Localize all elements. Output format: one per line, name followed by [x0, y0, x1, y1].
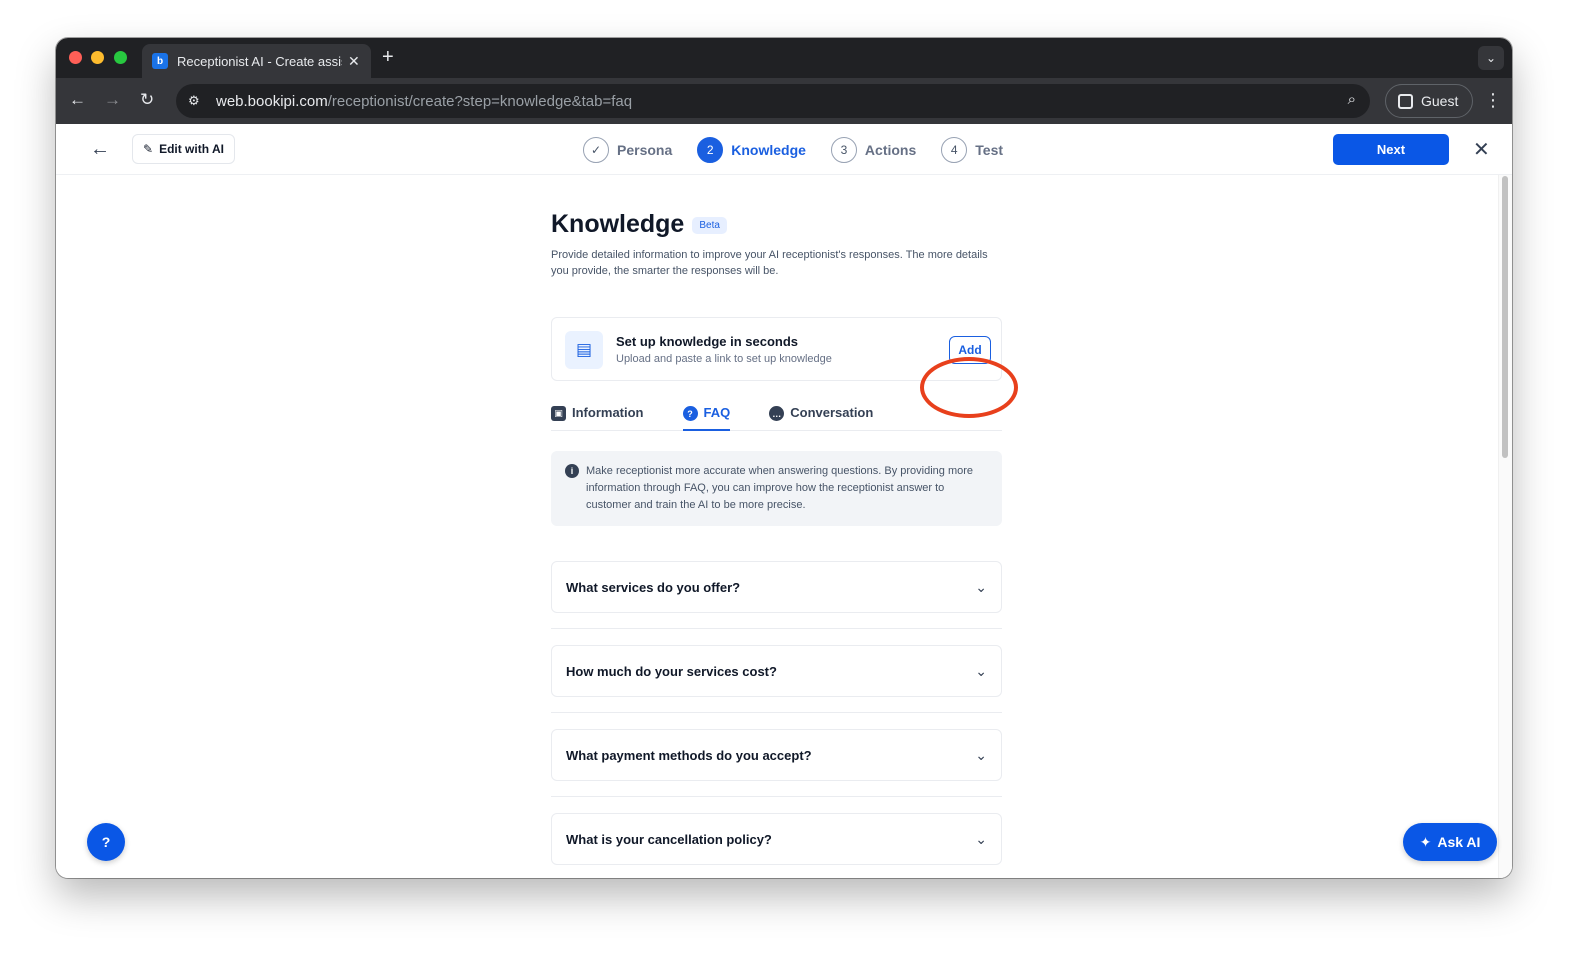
next-button[interactable]: Next	[1333, 134, 1449, 165]
faq-question: How much do your services cost?	[566, 663, 777, 679]
tab-label: Conversation	[790, 405, 874, 420]
step-knowledge[interactable]: 2 Knowledge	[697, 137, 806, 163]
beta-badge: Beta	[692, 217, 727, 234]
step-label: Persona	[617, 142, 673, 158]
browser-menu-icon[interactable]: ⋮	[1484, 90, 1502, 111]
minimize-window-button[interactable]	[91, 51, 104, 64]
profile-icon	[1398, 93, 1413, 109]
chevron-down-icon[interactable]: ⌄	[975, 831, 987, 848]
profile-button[interactable]: Guest	[1385, 84, 1473, 118]
briefcase-icon: ▣	[551, 406, 566, 421]
edit-with-ai-label: Edit with AI	[159, 142, 224, 156]
tab-conversation[interactable]: … Conversation	[769, 405, 873, 431]
browser-tab[interactable]: b Receptionist AI - Create assistant ✕	[142, 44, 371, 78]
setup-card-title: Set up knowledge in seconds	[616, 334, 799, 349]
reload-icon[interactable]: ↻	[140, 90, 154, 110]
step-number: 3	[830, 137, 857, 163]
faq-item[interactable]: What payment methods do you accept? ⌄	[551, 729, 1002, 781]
close-window-button[interactable]	[69, 51, 82, 64]
app-viewport: ← ✎ Edit with AI ✓ Persona 2 Knowledge 3…	[56, 124, 1512, 878]
divider	[551, 697, 1002, 729]
magic-wand-icon: ✎	[143, 142, 154, 156]
setup-card-subtitle: Upload and paste a link to set up knowle…	[616, 353, 832, 365]
title-row: Knowledge Beta	[551, 210, 1002, 239]
back-arrow-icon[interactable]: ←	[69, 90, 86, 110]
forward-arrow-icon[interactable]: →	[104, 90, 121, 110]
tab-label: Information	[572, 405, 644, 420]
chevron-down-icon[interactable]: ⌄	[975, 663, 987, 680]
tab-information[interactable]: ▣ Information	[551, 405, 644, 431]
faq-question: What payment methods do you accept?	[566, 747, 812, 763]
bookipi-favicon-icon: b	[152, 53, 168, 69]
address-bar[interactable]: ⚙ web.bookipi.com/receptionist/create?st…	[176, 84, 1370, 118]
info-icon: i	[565, 464, 579, 478]
faq-item[interactable]: What is your cancellation policy? ⌄	[551, 813, 1002, 865]
page-description: Provide detailed information to improve …	[551, 249, 988, 277]
chat-bubble-icon: …	[769, 406, 785, 421]
faq-item[interactable]: How much do your services cost? ⌄	[551, 645, 1002, 697]
step-persona[interactable]: ✓ Persona	[583, 137, 672, 163]
ask-ai-label: Ask AI	[1437, 834, 1481, 850]
faq-item[interactable]: What services do you offer? ⌄	[551, 561, 1002, 613]
url-path: /receptionist/create?step=knowledge&tab=…	[327, 92, 633, 110]
step-actions[interactable]: 3 Actions	[830, 137, 917, 163]
tab-strip: b Receptionist AI - Create assistant ✕ +…	[56, 38, 1512, 78]
step-check-icon: ✓	[583, 137, 609, 163]
faq-list: What services do you offer? ⌄ How much d…	[551, 561, 1002, 865]
tab-search-chevron-icon[interactable]: ⌄	[1478, 46, 1504, 70]
question-circle-icon: ?	[682, 406, 698, 421]
chevron-down-icon[interactable]: ⌄	[975, 579, 987, 596]
document-lightning-icon: ▤	[565, 331, 603, 369]
profile-label: Guest	[1421, 93, 1459, 109]
help-chat-icon: ?	[101, 834, 111, 850]
site-settings-icon[interactable]: ⚙	[188, 93, 206, 109]
faq-question: What is your cancellation policy?	[566, 831, 772, 847]
tab-close-icon[interactable]: ✕	[348, 53, 360, 70]
back-arrow-icon[interactable]: ←	[90, 138, 110, 161]
sparkle-icon: ✦	[1419, 833, 1432, 850]
wizard-steps: ✓ Persona 2 Knowledge 3 Actions 4 Test	[583, 137, 1028, 163]
step-number: 2	[697, 137, 724, 163]
step-test[interactable]: 4 Test	[941, 137, 1003, 163]
faq-info-box: i Make receptionist more accurate when a…	[551, 451, 1002, 526]
faq-question: What services do you offer?	[566, 579, 741, 595]
step-number: 4	[941, 137, 968, 163]
highlight-annotation	[920, 357, 1018, 418]
edit-with-ai-button[interactable]: ✎ Edit with AI	[132, 134, 235, 164]
wizard-header: ← ✎ Edit with AI ✓ Persona 2 Knowledge 3…	[56, 124, 1512, 175]
close-icon[interactable]: ✕	[1473, 137, 1490, 162]
help-chat-button[interactable]: ?	[87, 823, 125, 861]
step-label: Actions	[864, 142, 917, 158]
divider	[551, 613, 1002, 645]
page-title: Knowledge	[551, 210, 685, 238]
tab-title: Receptionist AI - Create assistant	[177, 53, 342, 69]
new-tab-icon[interactable]: +	[382, 46, 394, 69]
browser-toolbar: ← → ↻ ⚙ web.bookipi.com/receptionist/cre…	[56, 78, 1512, 124]
tab-label: FAQ	[703, 405, 731, 420]
url-text: web.bookipi.com/receptionist/create?step…	[216, 93, 632, 110]
chevron-down-icon[interactable]: ⌄	[975, 747, 987, 764]
maximize-window-button[interactable]	[114, 51, 127, 64]
divider	[551, 781, 1002, 813]
ask-ai-button[interactable]: ✦ Ask AI	[1403, 823, 1497, 861]
step-label: Test	[975, 142, 1004, 158]
step-label: Knowledge	[731, 142, 806, 158]
tab-faq[interactable]: ? FAQ	[682, 405, 731, 431]
url-host: web.bookipi.com	[216, 92, 328, 110]
zoom-icon[interactable]: ⌕	[1348, 91, 1356, 108]
scrollbar-thumb[interactable]	[1502, 176, 1508, 458]
knowledge-content: Knowledge Beta Provide detailed informat…	[551, 210, 1002, 865]
info-text: Make receptionist more accurate when ans…	[586, 465, 974, 511]
browser-window: b Receptionist AI - Create assistant ✕ +…	[56, 38, 1512, 878]
